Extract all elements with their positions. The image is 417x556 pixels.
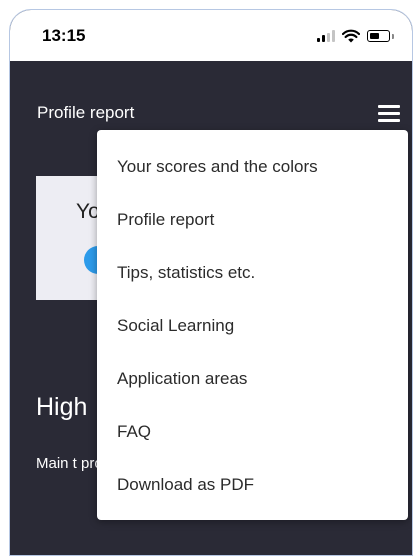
status-icons (317, 29, 394, 43)
phone-frame: 13:15 Profile report Yo High Main t prof… (9, 9, 413, 556)
hamburger-menu-icon[interactable] (378, 105, 400, 123)
status-bar: 13:15 (10, 10, 412, 61)
page-title: Profile report (37, 103, 135, 122)
menu-item-profile-report[interactable]: Profile report (117, 210, 214, 230)
signal-icon (317, 30, 335, 42)
app-header: Profile report (10, 61, 412, 123)
menu-item-download-pdf[interactable]: Download as PDF (117, 475, 254, 495)
menu-item-social-learning[interactable]: Social Learning (117, 316, 234, 336)
status-time: 13:15 (42, 26, 86, 45)
menu-item-application-areas[interactable]: Application areas (117, 369, 247, 389)
dropdown-menu: Your scores and the colors Profile repor… (97, 130, 408, 520)
menu-item-scores-colors[interactable]: Your scores and the colors (117, 157, 318, 177)
menu-item-faq[interactable]: FAQ (117, 422, 151, 442)
menu-item-tips-statistics[interactable]: Tips, statistics etc. (117, 263, 255, 283)
battery-cap (392, 33, 394, 39)
battery-icon (367, 30, 390, 42)
wifi-icon (342, 29, 360, 43)
section-heading: High (36, 393, 88, 421)
